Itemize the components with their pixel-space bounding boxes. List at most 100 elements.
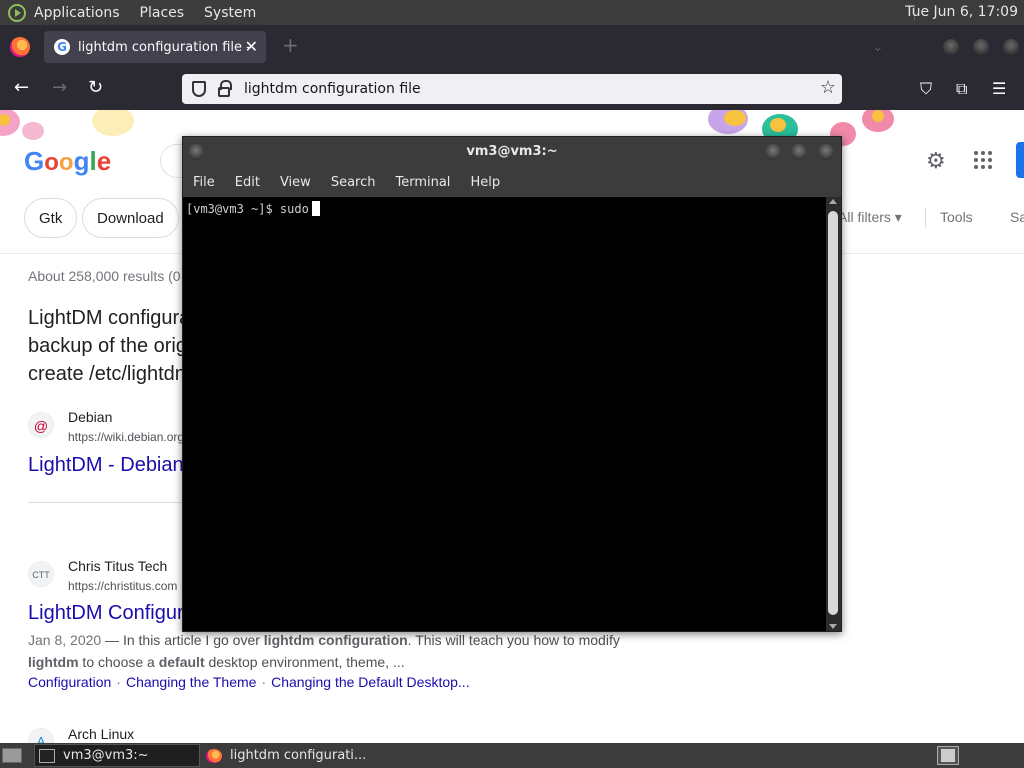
chip-download[interactable]: Download — [82, 198, 179, 238]
forward-button[interactable]: → — [52, 77, 67, 98]
sitelink-changing-default-desktop[interactable]: Changing the Default Desktop... — [271, 674, 469, 690]
menu-applications[interactable]: Applications — [34, 5, 120, 21]
terminal-menu-search[interactable]: Search — [331, 175, 376, 190]
google-apps-icon[interactable] — [974, 151, 992, 169]
back-button[interactable]: ← — [14, 77, 29, 98]
scrollbar-thumb[interactable] — [828, 211, 838, 615]
terminal-menu-edit[interactable]: Edit — [235, 175, 260, 190]
list-all-tabs-icon[interactable]: ⌄ — [872, 39, 884, 55]
workspace-switcher[interactable] — [937, 746, 959, 765]
bookmark-star-icon[interactable]: ☆ — [820, 77, 836, 98]
terminal-menu-terminal[interactable]: Terminal — [395, 175, 450, 190]
lock-icon[interactable] — [218, 79, 232, 97]
result-title-link[interactable]: LightDM - Debian — [28, 454, 184, 477]
debian-favicon-icon[interactable]: @ — [28, 412, 54, 438]
tracking-protection-shield-icon[interactable] — [192, 81, 206, 97]
google-logo[interactable]: Google — [24, 146, 111, 177]
desc-text: desktop environment, theme, ... — [204, 654, 405, 670]
result-title-link[interactable]: LightDM Configur — [28, 602, 184, 625]
url-bar[interactable]: lightdm configuration file ☆ — [182, 74, 842, 104]
sitelink-configuration[interactable]: Configuration — [28, 674, 111, 690]
doodle-flower-center-icon — [770, 118, 786, 132]
result-site-url[interactable]: https://wiki.debian.org — [68, 430, 184, 444]
terminal-menu-file[interactable]: File — [193, 175, 215, 190]
menu-system[interactable]: System — [204, 5, 256, 21]
clock[interactable]: Tue Jun 6, 17:09 — [905, 0, 1018, 25]
sign-in-button[interactable] — [1016, 142, 1024, 178]
desc-text: — In this article I go over — [101, 632, 264, 648]
result-site-name[interactable]: Chris Titus Tech — [68, 558, 167, 574]
result-stats: About 258,000 results (0 — [28, 268, 181, 284]
tab-title: lightdm configuration file - Google Sear… — [78, 39, 250, 55]
google-favicon-icon: G — [54, 39, 70, 55]
desc-text: to choose a — [78, 654, 159, 670]
firefox-icon[interactable] — [10, 37, 30, 57]
result-site-url[interactable]: https://christitus.com — [68, 579, 177, 593]
all-filters-button[interactable]: All filters ▾ — [838, 209, 902, 226]
tools-button[interactable]: Tools — [940, 209, 973, 225]
desc-bold: default — [158, 654, 205, 670]
safesearch-button[interactable]: Sa — [1010, 209, 1024, 225]
logo-letter-g: G — [24, 146, 45, 176]
terminal-cursor — [311, 201, 320, 216]
top-menu: Applications Places System — [34, 0, 276, 25]
desc-bold: lightdm configuration — [263, 632, 408, 648]
top-panel: Applications Places System Tue Jun 6, 17… — [0, 0, 1024, 25]
distro-logo-icon[interactable] — [8, 3, 26, 22]
sitelink-separator: · — [116, 674, 121, 690]
terminal-icon — [39, 748, 55, 763]
minimize-window-button[interactable] — [943, 39, 959, 55]
snippet-line: backup of the orig — [28, 335, 187, 357]
reload-button[interactable]: ↻ — [88, 77, 103, 98]
browser-tab[interactable]: G lightdm configuration file - Google Se… — [44, 31, 266, 63]
terminal-minimize-button[interactable] — [765, 144, 781, 160]
terminal-maximize-button[interactable] — [791, 144, 807, 160]
featured-snippet: LightDM configura backup of the orig cre… — [28, 304, 191, 388]
logo-letter-e: e — [96, 146, 112, 176]
menu-places[interactable]: Places — [140, 5, 185, 21]
logo-letter-o2: o — [58, 149, 74, 176]
doodle-petal-icon — [22, 122, 44, 140]
terminal-prompt-line: [vm3@vm3 ~]$ sudo — [186, 202, 309, 216]
extensions-icon[interactable]: ⧉ — [956, 79, 967, 99]
maximize-window-button[interactable] — [973, 39, 989, 55]
window-menu-button[interactable] — [188, 144, 204, 160]
logo-letter-l: l — [89, 146, 97, 176]
scroll-down-arrow-icon[interactable] — [829, 624, 837, 629]
scroll-up-arrow-icon[interactable] — [829, 199, 837, 204]
sitelink-changing-theme[interactable]: Changing the Theme — [126, 674, 257, 690]
result-date: Jan 8, 2020 — [28, 632, 102, 648]
result-sitelinks: Configuration · Changing the Theme · Changin… — [28, 674, 470, 690]
arch-favicon-icon[interactable]: A — [28, 728, 54, 743]
snippet-line: LightDM configura — [28, 307, 191, 329]
browser-nav-bar: ← → ↻ lightdm configuration file ☆ ⛉ ⧉ ☰ — [0, 69, 1024, 110]
result-site-name[interactable]: Arch Linux — [68, 726, 134, 742]
pocket-icon[interactable]: ⛉ — [920, 79, 932, 99]
tab-close-icon[interactable]: ✕ — [245, 37, 258, 56]
result-site-name[interactable]: Debian — [68, 409, 112, 425]
terminal-scrollbar[interactable] — [826, 197, 841, 631]
settings-gear-icon[interactable]: ⚙ — [926, 149, 946, 174]
close-window-button[interactable] — [1003, 39, 1019, 55]
terminal-title: vm3@vm3:~ — [466, 144, 558, 159]
taskbar-item-browser[interactable]: lightdm configurati... — [202, 744, 402, 767]
doodle-cloud-icon — [92, 110, 134, 136]
logo-letter-o1: o — [44, 149, 59, 176]
show-desktop-icon[interactable] — [2, 748, 22, 763]
hamburger-menu-icon[interactable]: ☰ — [992, 79, 1006, 98]
taskbar-item-label: vm3@vm3:~ — [63, 748, 149, 763]
chip-gtk[interactable]: Gtk — [24, 198, 78, 238]
new-tab-button[interactable]: + — [282, 33, 299, 57]
ctt-favicon-icon[interactable]: CTT — [28, 561, 54, 587]
terminal-titlebar[interactable]: vm3@vm3:~ — [183, 137, 841, 167]
bottom-panel: vm3@vm3:~ lightdm configurati... — [0, 743, 1024, 768]
firefox-icon — [206, 748, 222, 763]
terminal-screen[interactable]: [vm3@vm3 ~]$ sudo — [183, 197, 826, 631]
terminal-window[interactable]: vm3@vm3:~ File Edit View Search Terminal… — [182, 136, 842, 632]
terminal-menu-view[interactable]: View — [280, 175, 311, 190]
taskbar-item-terminal[interactable]: vm3@vm3:~ — [34, 744, 200, 767]
result-description: Jan 8, 2020 — In this article I go over … — [28, 629, 648, 673]
url-text[interactable]: lightdm configuration file — [244, 81, 421, 97]
terminal-close-button[interactable] — [818, 144, 834, 160]
terminal-menu-help[interactable]: Help — [470, 175, 500, 190]
